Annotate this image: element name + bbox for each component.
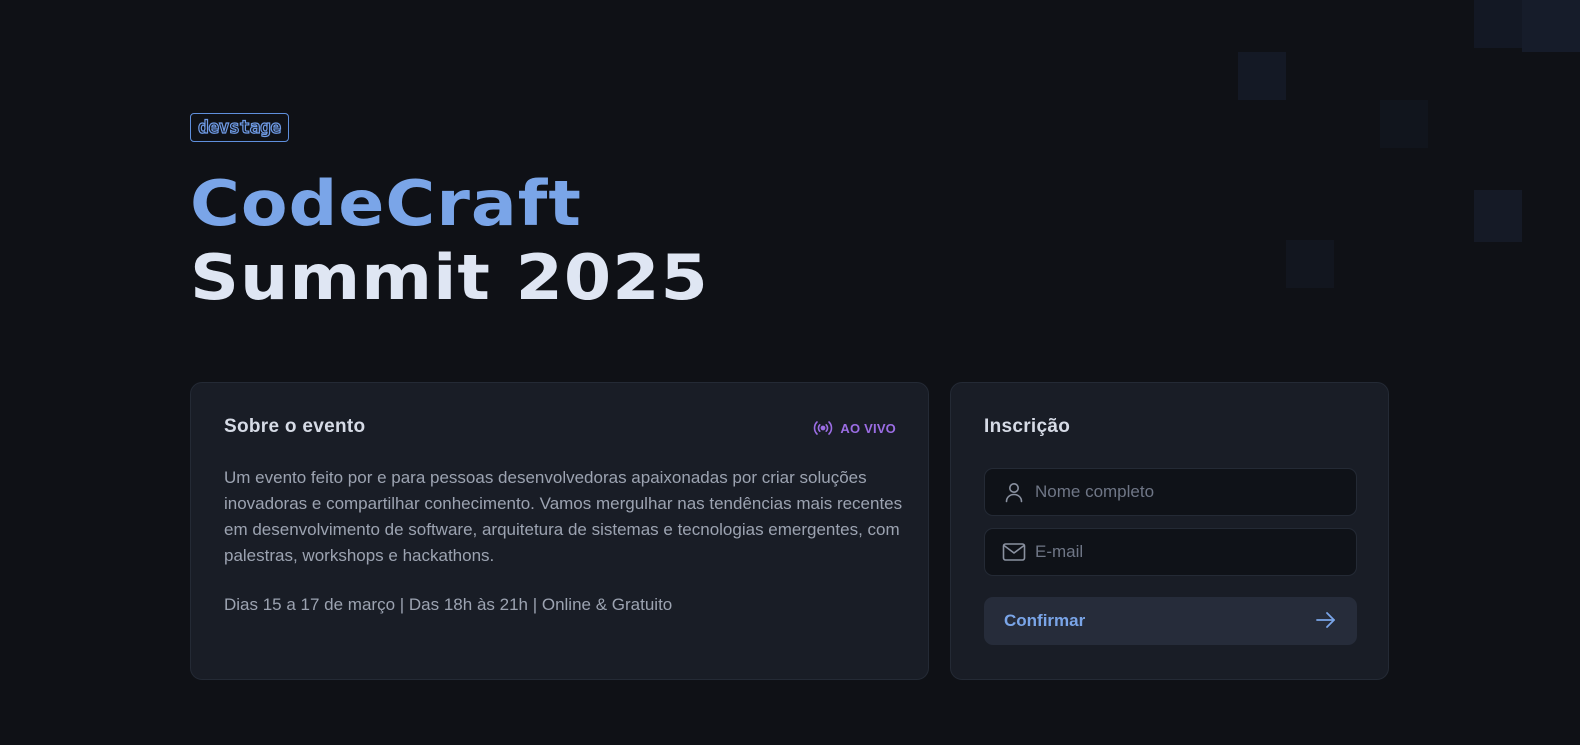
brand-logo[interactable]: devstage xyxy=(190,113,289,142)
event-info: Dias 15 a 17 de março | Das 18h às 21h |… xyxy=(224,595,673,614)
page: devstage CodeCraft Summit 2025 Sobre o e… xyxy=(0,0,1580,745)
live-label: AO VIVO xyxy=(840,420,896,436)
signup-title: Inscrição xyxy=(984,416,1071,437)
name-field[interactable] xyxy=(984,468,1357,516)
live-badge: AO VIVO xyxy=(813,420,896,436)
mail-icon xyxy=(1001,539,1027,565)
email-field[interactable] xyxy=(984,528,1357,576)
radio-signal-icon xyxy=(813,420,833,436)
email-input[interactable] xyxy=(1035,542,1335,562)
hero-title: CodeCraft Summit 2025 xyxy=(190,168,709,316)
signup-card: Inscrição Confirmar xyxy=(950,382,1389,680)
user-icon xyxy=(1001,479,1027,505)
confirm-button[interactable]: Confirmar xyxy=(984,597,1357,645)
logo-text: devstage xyxy=(197,116,281,138)
confirm-label: Confirmar xyxy=(1004,611,1086,630)
decorative-pixel-grid xyxy=(1220,0,1580,340)
about-title: Sobre o evento xyxy=(224,416,366,437)
name-input[interactable] xyxy=(1035,482,1335,502)
about-description: Um evento feito por e para pessoas desen… xyxy=(224,468,903,565)
hero-title-line1: CodeCraft xyxy=(190,168,582,241)
arrow-right-icon xyxy=(1315,610,1337,633)
about-card: Sobre o evento AO VIVO Um evento feito p… xyxy=(190,382,929,680)
hero-title-line2: Summit 2025 xyxy=(190,242,709,315)
